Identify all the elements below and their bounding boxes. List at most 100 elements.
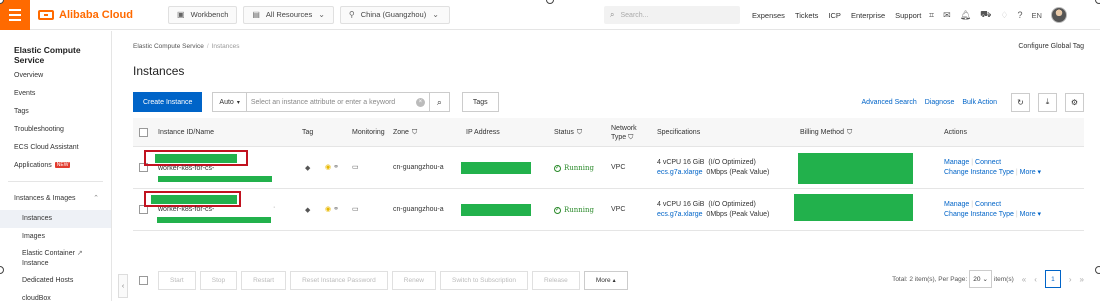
tag-icon[interactable]: ◆ bbox=[305, 164, 310, 172]
instance-name[interactable]: worker-k8s-for-cs- bbox=[158, 165, 214, 172]
release-button[interactable]: Release bbox=[531, 270, 580, 290]
tags-button[interactable]: Tags bbox=[461, 92, 499, 112]
sidebar-item-cloudbox[interactable]: cloudBox bbox=[0, 290, 111, 301]
mail-icon[interactable]: ✉ bbox=[943, 10, 951, 21]
configure-global-tag-link[interactable]: Configure Global Tag bbox=[1018, 43, 1084, 50]
page-1-button[interactable]: 1 bbox=[1044, 270, 1061, 288]
header-billing[interactable]: Billing Method ⛉ bbox=[800, 118, 852, 147]
language-switch[interactable]: EN bbox=[1031, 11, 1041, 20]
sidebar-item-tags[interactable]: Tags bbox=[0, 103, 111, 121]
instance-name[interactable]: worker-k8s-for-cs- bbox=[158, 206, 214, 213]
help-icon[interactable]: ? bbox=[1017, 10, 1022, 20]
chevron-up-icon: ⌃ bbox=[93, 195, 99, 202]
start-button[interactable]: Start bbox=[158, 270, 196, 290]
select-all-checkbox-footer[interactable] bbox=[139, 275, 148, 285]
monitor-status-icons[interactable]: ◉ ⚭ bbox=[325, 205, 339, 213]
stop-button[interactable]: Stop bbox=[199, 270, 238, 290]
filter-icon[interactable]: ⛉ bbox=[412, 128, 417, 137]
reset-password-button[interactable]: Reset Instance Password bbox=[290, 270, 388, 290]
last-page-button[interactable]: » bbox=[1080, 275, 1084, 284]
instance-search-input[interactable]: Select an instance attribute or enter a … bbox=[245, 92, 430, 112]
change-instance-type-link[interactable]: Change Instance Type bbox=[944, 211, 1014, 218]
diagnose-link[interactable]: Diagnose bbox=[925, 99, 955, 106]
header-network-type[interactable]: Network Type ⛉ bbox=[611, 118, 637, 147]
manage-link[interactable]: Manage bbox=[944, 159, 969, 166]
redacted-instance-id bbox=[151, 195, 237, 204]
chevron-down-icon: ⌄ bbox=[982, 276, 988, 283]
nav-tickets[interactable]: Tickets bbox=[795, 11, 818, 20]
header-status[interactable]: Status ⛉ bbox=[554, 118, 582, 147]
cart-icon[interactable]: ⛟ bbox=[980, 9, 991, 21]
sidebar-item-cloud-assistant[interactable]: ECS Cloud Assistant bbox=[0, 139, 111, 157]
page-title: Instances bbox=[133, 64, 185, 78]
right-tools: Advanced Search Diagnose Bulk Action ↻ ⤓… bbox=[862, 92, 1084, 112]
advanced-search-link[interactable]: Advanced Search bbox=[862, 99, 917, 106]
sidebar-group-instances-images[interactable]: Instances & Images ⌃ bbox=[0, 188, 111, 210]
all-resources-dropdown[interactable]: ▤ All Resources ⌄ bbox=[243, 5, 334, 24]
sidebar-item-images[interactable]: Images bbox=[0, 228, 111, 246]
sidebar-item-troubleshooting[interactable]: Troubleshooting bbox=[0, 121, 111, 139]
create-instance-button[interactable]: Create Instance bbox=[133, 92, 203, 112]
prev-page-button[interactable]: ‹ bbox=[1034, 275, 1037, 284]
chevron-down-icon: ⌄ bbox=[432, 10, 439, 19]
status-badge: Running bbox=[554, 206, 594, 214]
terminal-icon[interactable]: ⌗ bbox=[929, 10, 934, 21]
switch-subscription-button[interactable]: Switch to Subscription bbox=[440, 270, 528, 290]
instance-type-link[interactable]: ecs.g7a.xlarge bbox=[657, 169, 703, 176]
lightbulb-icon[interactable]: ♢ bbox=[1000, 10, 1008, 21]
logo-icon bbox=[38, 9, 54, 20]
nav-icp[interactable]: ICP bbox=[828, 11, 841, 20]
monitor-status-icons[interactable]: ◉ ⚭ bbox=[325, 163, 339, 171]
menu-icon[interactable] bbox=[0, 0, 30, 30]
table-row: worker-k8s-for-cs- ◆ ◉ ⚭ ▭ cn-guangzhou-a… bbox=[133, 147, 1084, 189]
nav-expenses[interactable]: Expenses bbox=[752, 11, 785, 20]
select-all-checkbox[interactable] bbox=[139, 128, 148, 137]
clear-icon[interactable]: × bbox=[415, 97, 425, 107]
header-zone[interactable]: Zone ⛉ bbox=[393, 118, 417, 147]
workbench-button[interactable]: ▣ Workbench bbox=[168, 5, 238, 24]
sidebar-item-eci[interactable]: Elastic Container ↗ Instance bbox=[0, 246, 111, 272]
filter-icon[interactable]: ⛉ bbox=[628, 134, 633, 141]
breadcrumb-ecs[interactable]: Elastic Compute Service bbox=[133, 43, 204, 50]
sidebar-item-dedicated-hosts[interactable]: Dedicated Hosts bbox=[0, 272, 111, 290]
avatar[interactable] bbox=[1050, 7, 1067, 23]
sidebar-item-applications[interactable]: Applications NEW bbox=[0, 157, 111, 175]
resize-handle[interactable] bbox=[1095, 266, 1100, 274]
refresh-button[interactable]: ↻ bbox=[1011, 92, 1030, 112]
instance-type-link[interactable]: ecs.g7a.xlarge bbox=[657, 211, 703, 218]
next-page-button[interactable]: › bbox=[1069, 275, 1072, 284]
alibaba-cloud-logo[interactable]: Alibaba Cloud bbox=[38, 9, 158, 21]
filter-dropdown[interactable]: Auto ▾ bbox=[212, 92, 246, 112]
nav-enterprise[interactable]: Enterprise bbox=[851, 11, 885, 20]
more-dropdown[interactable]: More ▾ bbox=[1020, 211, 1041, 218]
filter-icon[interactable]: ⛉ bbox=[577, 128, 582, 137]
monitor-icon[interactable]: ▭ bbox=[352, 163, 359, 171]
page-size-select[interactable]: 20 ⌄ bbox=[969, 270, 992, 288]
bell-icon[interactable]: 🔔︎ bbox=[960, 10, 971, 21]
region-dropdown[interactable]: ⚲ China (Guangzhou) ⌄ bbox=[339, 5, 450, 24]
global-search-input[interactable]: ⌕ Search... bbox=[604, 6, 740, 24]
connect-link[interactable]: Connect bbox=[975, 201, 1001, 208]
header-tag: Tag bbox=[302, 129, 314, 136]
tag-icon[interactable]: ◆ bbox=[305, 206, 310, 214]
monitor-icon[interactable]: ▭ bbox=[352, 205, 359, 213]
refresh-icon: ↻ bbox=[1017, 97, 1024, 107]
restart-button[interactable]: Restart bbox=[241, 270, 287, 290]
renew-button[interactable]: Renew bbox=[391, 270, 436, 290]
sidebar-item-overview[interactable]: Overview bbox=[0, 67, 111, 85]
more-dropdown[interactable]: More ▾ bbox=[1020, 169, 1041, 176]
nav-support[interactable]: Support bbox=[895, 11, 921, 20]
sidebar-item-events[interactable]: Events bbox=[0, 85, 111, 103]
bulk-action-link[interactable]: Bulk Action bbox=[962, 99, 997, 106]
manage-link[interactable]: Manage bbox=[944, 201, 969, 208]
sidebar-item-instances[interactable]: Instances bbox=[0, 210, 111, 228]
more-button[interactable]: More ▴ bbox=[583, 270, 628, 290]
export-button[interactable]: ⤓ bbox=[1038, 92, 1057, 112]
status-badge: Running bbox=[554, 164, 594, 172]
search-button[interactable]: ⌕ bbox=[429, 92, 450, 112]
change-instance-type-link[interactable]: Change Instance Type bbox=[944, 169, 1014, 176]
first-page-button[interactable]: « bbox=[1022, 275, 1026, 284]
connect-link[interactable]: Connect bbox=[975, 159, 1001, 166]
settings-button[interactable]: ⚙ bbox=[1065, 92, 1084, 112]
filter-icon[interactable]: ⛉ bbox=[847, 128, 852, 137]
